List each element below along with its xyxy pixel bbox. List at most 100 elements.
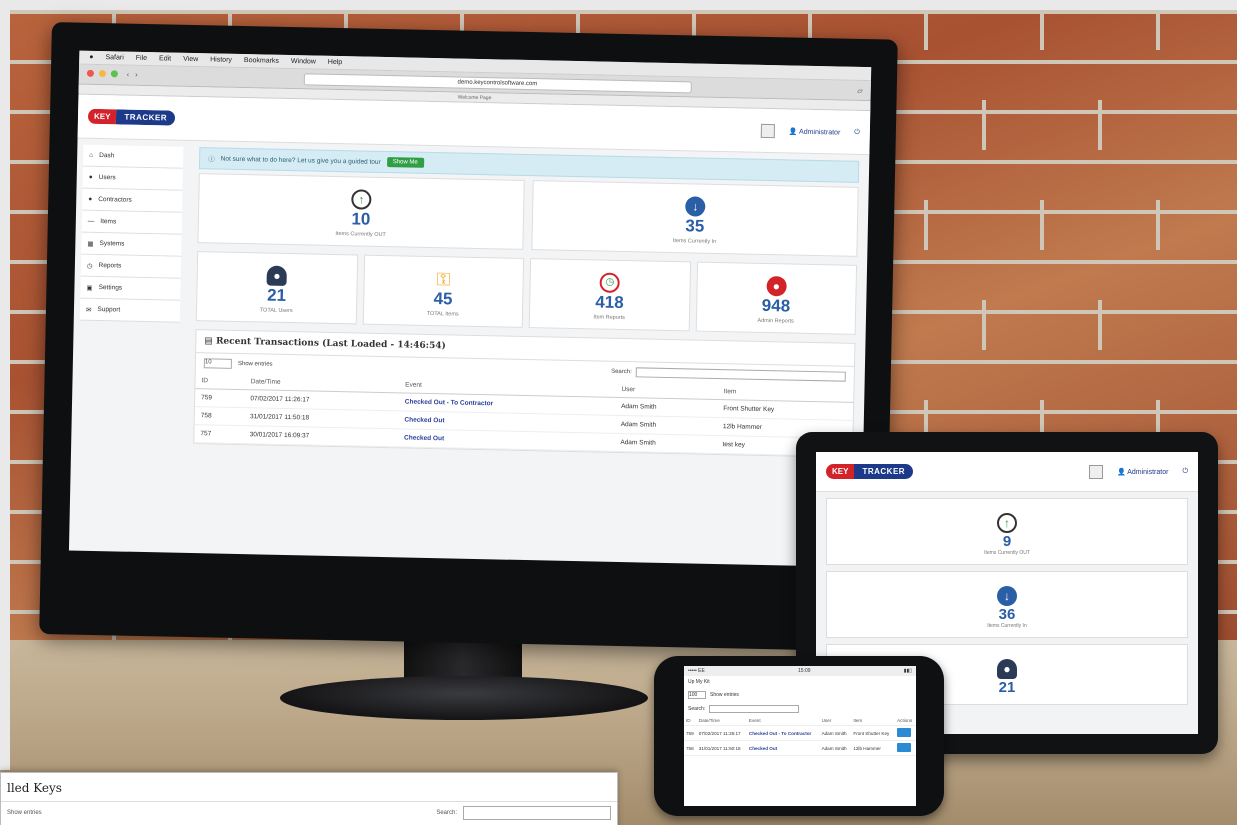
sidebar-item-label: Settings xyxy=(98,284,123,292)
show-entries-label: Show entries xyxy=(237,360,273,368)
stat-card-items-out[interactable]: ↑ 10 Items Currently OUT xyxy=(197,173,525,250)
user-name: Administrator xyxy=(799,128,841,137)
column-header[interactable]: Date/Time xyxy=(696,716,747,726)
scanner-icon[interactable] xyxy=(1088,464,1103,479)
sidebar-item-dash[interactable]: ⌂ Dash xyxy=(82,144,184,169)
cell-event[interactable]: Checked Out xyxy=(397,428,615,452)
header-actions: 👤 Administrator ⏻ xyxy=(760,123,860,139)
sidebar-item-label: Dash xyxy=(99,152,115,160)
cell-event[interactable]: Checked Out - To Contractor xyxy=(746,725,820,741)
zoom-window-button[interactable] xyxy=(110,70,118,78)
stat-label: Items Currently In xyxy=(987,623,1027,629)
key-icon: ⚿ xyxy=(436,269,451,290)
phone-search-row: Search: xyxy=(684,702,916,716)
table-row[interactable]: 758 31/01/2017 11:50:18 Checked Out Adam… xyxy=(684,740,916,756)
sidebar-item-contractors[interactable]: ● Contractors xyxy=(82,188,183,213)
stat-label: Items Currently OUT xyxy=(984,550,1030,556)
power-icon[interactable]: ⏻ xyxy=(1182,468,1188,476)
menu-item[interactable]: File xyxy=(136,55,147,62)
user-menu[interactable]: 👤 Administrator xyxy=(1117,468,1169,476)
arrow-up-icon: ↑ xyxy=(997,513,1017,533)
share-icon[interactable]: ▱ xyxy=(857,86,863,94)
show-entries-label: Show entries xyxy=(7,810,42,816)
stat-card-items-in[interactable]: ↓ 35 Items Currently In xyxy=(531,180,859,257)
recent-transactions-panel: ▤ Recent Transactions (Last Loaded - 14:… xyxy=(193,329,856,458)
scanner-icon[interactable] xyxy=(760,123,775,138)
logo-tracker-text: TRACKER xyxy=(854,464,914,479)
sidebar-item-reports[interactable]: ◷ Reports xyxy=(80,254,182,279)
menu-item[interactable]: Window xyxy=(291,58,316,66)
desktop-monitor: ● Safari File Edit View History Bookmark… xyxy=(39,22,898,652)
row-action-button[interactable] xyxy=(897,743,912,752)
search-group: Search: xyxy=(611,367,846,382)
entries-select[interactable]: 100 xyxy=(688,691,706,699)
sidebar-item-users[interactable]: ● Users xyxy=(82,166,183,191)
table-row[interactable]: 759 07/02/2017 11:26:17 Checked Out - To… xyxy=(684,725,916,741)
tablet-stat-card-items-out[interactable]: ↑ 9 Items Currently OUT xyxy=(826,498,1188,565)
column-header[interactable]: ID xyxy=(195,373,245,390)
issued-keys-panel: lled Keys Show entries Search: xyxy=(0,772,618,825)
menu-item[interactable]: Edit xyxy=(159,55,171,62)
column-header[interactable]: User xyxy=(819,716,852,726)
menu-item[interactable]: History xyxy=(210,56,232,63)
cell-user: Adam Smith xyxy=(819,725,852,741)
tablet-app-header: KEY TRACKER 👤 Administrator ⏻ xyxy=(816,452,1198,492)
search-input[interactable] xyxy=(635,367,846,382)
user-menu[interactable]: 👤 Administrator xyxy=(789,127,841,136)
back-icon[interactable]: ‹ xyxy=(127,72,129,79)
alert-text: Not sure what to do here? Let us give yo… xyxy=(220,155,381,166)
key-tracker-logo[interactable]: KEY TRACKER xyxy=(826,464,914,479)
stat-card-total-users[interactable]: ● 21 TOTAL Users xyxy=(195,251,358,325)
sidebar-item-settings[interactable]: ▣ Settings xyxy=(80,276,181,301)
column-header[interactable]: Item xyxy=(851,716,896,726)
sidebar-item-support[interactable]: ✉ Support xyxy=(79,298,181,323)
menu-item[interactable]: Safari xyxy=(105,54,123,61)
arrow-down-icon: ↓ xyxy=(685,196,706,217)
grid-icon: ▦ xyxy=(87,240,94,248)
menu-item[interactable]: Bookmarks xyxy=(244,57,279,65)
sidebar-item-systems[interactable]: ▦ Systems xyxy=(81,232,182,257)
battery-icon: ▮▮▯ xyxy=(903,668,912,674)
report-icon: ◷ xyxy=(599,272,621,293)
column-header[interactable]: ID xyxy=(684,716,697,726)
search-input[interactable] xyxy=(463,806,611,820)
stat-card-admin-reports[interactable]: ● 948 Admin Reports xyxy=(695,261,858,335)
power-icon[interactable]: ⏻ xyxy=(854,128,860,136)
stat-card-total-items[interactable]: ⚿ 45 TOTAL Items xyxy=(362,254,525,328)
forward-icon[interactable]: › xyxy=(135,72,137,79)
search-input[interactable] xyxy=(709,705,800,713)
panel-title: lled Keys xyxy=(1,773,617,802)
menu-item[interactable]: Help xyxy=(328,59,343,66)
home-icon: ⌂ xyxy=(89,151,94,159)
stat-value: 36 xyxy=(998,606,1016,623)
info-icon: ⓘ xyxy=(208,156,215,164)
phone-title-row: Up My Kit xyxy=(684,676,916,688)
cell-datetime: 30/01/2017 16:09:37 xyxy=(243,425,399,447)
cell-id: 759 xyxy=(684,725,697,741)
user-name: Administrator xyxy=(1127,468,1169,476)
stat-value: 9 xyxy=(1002,533,1012,550)
tablet-stat-card-items-in[interactable]: ↓ 36 Items Currently In xyxy=(826,571,1188,638)
column-header[interactable]: Event xyxy=(746,716,820,726)
column-header[interactable]: Actions xyxy=(895,716,916,726)
row-action-button[interactable] xyxy=(897,728,912,737)
cell-id: 758 xyxy=(194,406,245,426)
sidebar-item-items[interactable]: — Items xyxy=(81,210,183,235)
sidebar: ⌂ Dash ● Users ● Contractors — Items ▦ System… xyxy=(71,139,189,450)
window-controls xyxy=(86,69,121,80)
close-window-button[interactable] xyxy=(86,69,95,77)
show-me-button[interactable]: Show Me xyxy=(386,157,424,168)
phone-status-bar: ••••• EE 15:09 ▮▮▯ xyxy=(684,666,916,676)
user-icon: ● xyxy=(266,265,288,286)
apple-icon[interactable]: ● xyxy=(89,54,93,61)
key-tracker-logo[interactable]: KEY TRACKER xyxy=(87,108,176,126)
users-icon: ● xyxy=(88,173,93,181)
transactions-table: ID Date/Time Event User Item 759 07/02/2… xyxy=(194,373,854,457)
stat-card-item-reports[interactable]: ◷ 418 Item Reports xyxy=(528,258,691,332)
cell-event[interactable]: Checked Out xyxy=(746,740,820,756)
minimize-window-button[interactable] xyxy=(98,69,106,78)
phone-page-title: Up My Kit xyxy=(688,679,710,685)
menu-item[interactable]: View xyxy=(183,56,198,63)
entries-select[interactable]: 10 xyxy=(203,358,232,369)
panel-title-text: Recent Transactions (Last Loaded - 14:46… xyxy=(215,336,446,352)
